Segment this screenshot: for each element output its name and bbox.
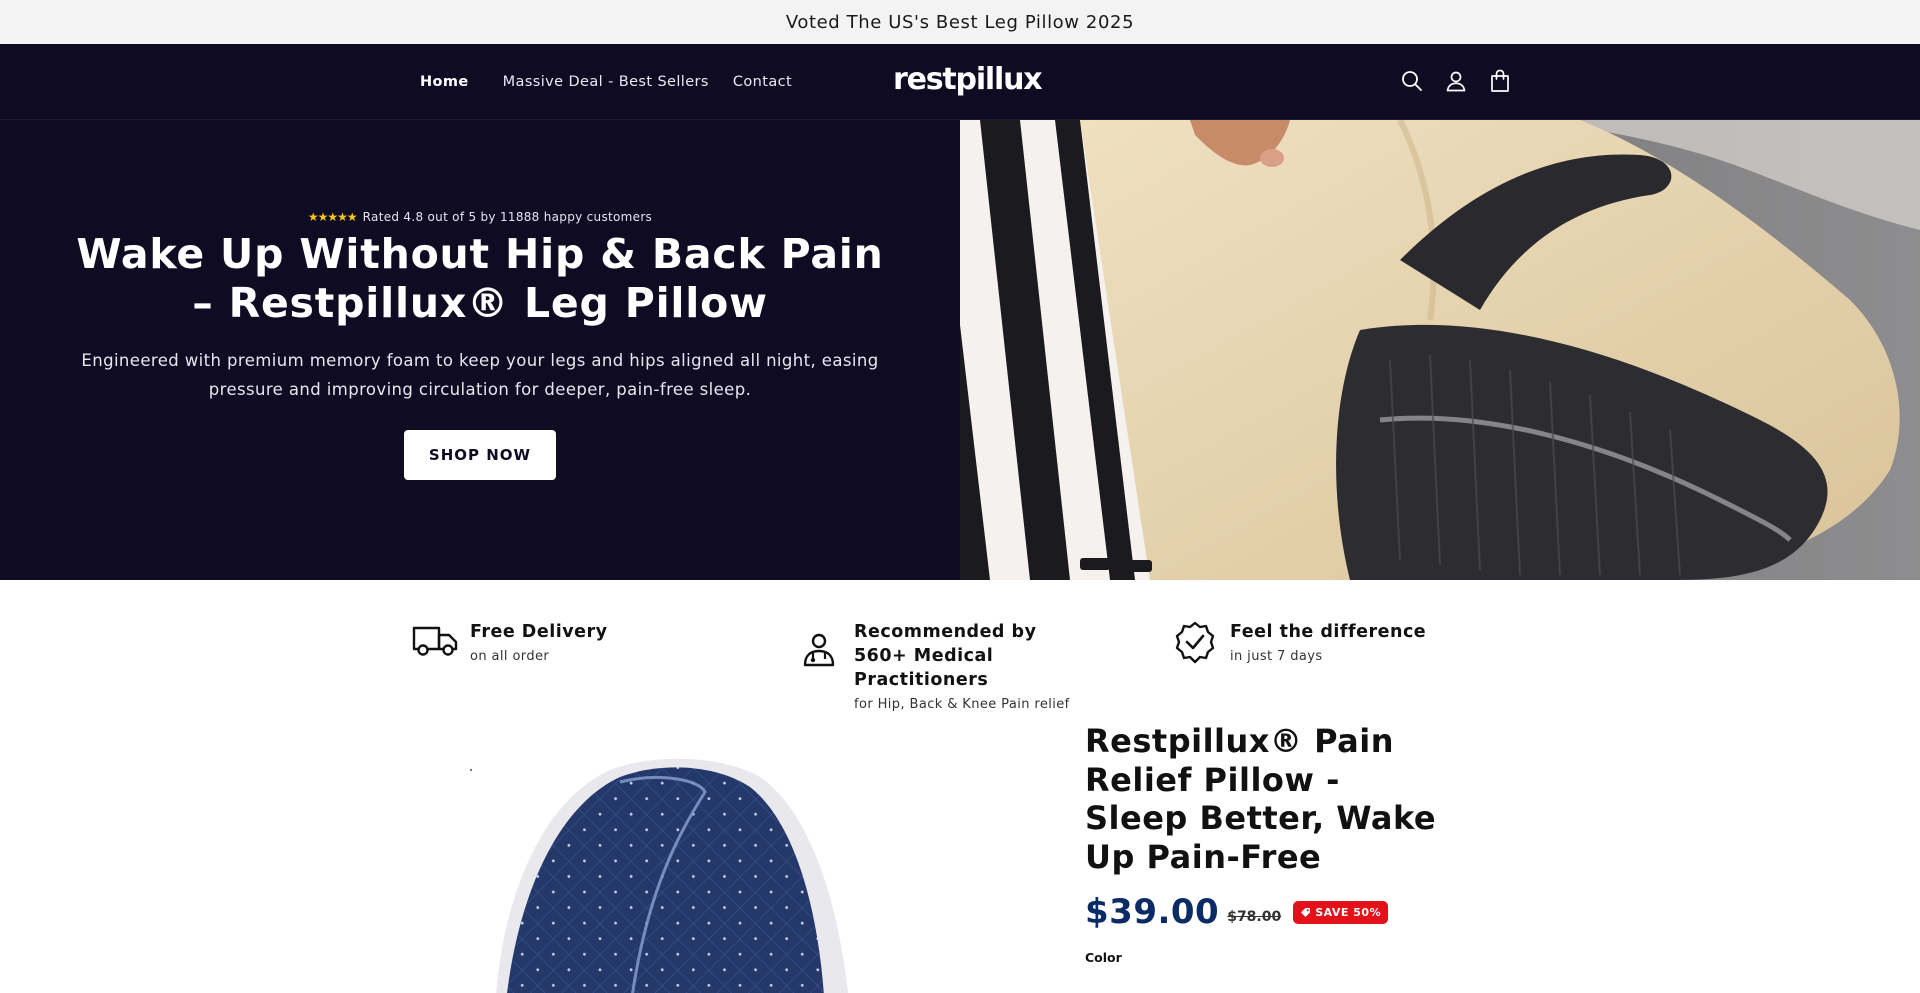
badge-check-icon xyxy=(1172,620,1218,666)
announcement-bar: Voted The US's Best Leg Pillow 2025 xyxy=(0,0,1920,44)
tag-icon xyxy=(1301,907,1311,917)
benefit-title: Feel the difference xyxy=(1230,622,1427,642)
benefit-subtitle: on all order xyxy=(470,649,550,664)
header-icons xyxy=(1400,66,1512,96)
hero-subtitle: Engineered with premium memory foam to k… xyxy=(81,351,879,399)
save-badge: SAVE 50% xyxy=(1293,900,1389,924)
cart-icon[interactable] xyxy=(1488,66,1512,96)
star-rating-icon: ★★★★★ xyxy=(307,210,358,224)
benefit-title: Free Delivery xyxy=(470,622,608,642)
truck-icon xyxy=(412,620,458,666)
site-header: Home Massive Deal - Best Sellers Contact… xyxy=(0,44,1920,120)
price-row: $39.00 $78.00 SAVE 50% xyxy=(1085,892,1389,932)
product-image[interactable] xyxy=(460,752,960,993)
benefit-title: Recommended by 560+ Medical Practitioner… xyxy=(854,622,1037,690)
hero-title: Wake Up Without Hip & Back Pain – Restpi… xyxy=(76,230,884,327)
nav-contact[interactable]: Contact xyxy=(733,74,792,90)
site-logo[interactable]: restpillux xyxy=(893,62,1043,97)
nav-home[interactable]: Home xyxy=(420,74,469,90)
benefits-bar: Free Delivery on all order Recommended b… xyxy=(0,580,1920,712)
account-icon[interactable] xyxy=(1444,66,1468,96)
doctor-icon xyxy=(796,620,842,667)
benefit-subtitle: in just 7 days xyxy=(1230,649,1323,664)
announcement-text: Voted The US's Best Leg Pillow 2025 xyxy=(785,11,1135,33)
product-section: Restpillux® Pain Relief Pillow - Sleep B… xyxy=(0,712,1920,993)
main-nav: Home Massive Deal - Best Sellers Contact xyxy=(420,44,792,120)
benefit-subtitle: for Hip, Back & Knee Pain relief xyxy=(854,697,1070,712)
hero-photo-illustration xyxy=(960,120,1920,580)
shop-now-button[interactable]: SHOP NOW xyxy=(404,430,556,480)
benefit-medical: Recommended by 560+ Medical Practitioner… xyxy=(796,620,1094,712)
color-label: Color xyxy=(1085,950,1122,965)
compare-price: $78.00 xyxy=(1227,909,1282,925)
hero-rating: ★★★★★ Rated 4.8 out of 5 by 11888 happy … xyxy=(308,210,652,224)
benefit-free-delivery: Free Delivery on all order xyxy=(412,620,608,666)
save-badge-text: SAVE 50% xyxy=(1315,905,1382,919)
rating-text: Rated 4.8 out of 5 by 11888 happy custom… xyxy=(362,210,653,224)
pillow-illustration xyxy=(470,758,849,993)
benefit-feel-difference: Feel the difference in just 7 days xyxy=(1172,620,1426,666)
product-price: $39.00 xyxy=(1085,892,1220,932)
hero-content: ★★★★★ Rated 4.8 out of 5 by 11888 happy … xyxy=(0,120,960,580)
product-title: Restpillux® Pain Relief Pillow - Sleep B… xyxy=(1085,722,1437,876)
search-icon[interactable] xyxy=(1400,66,1424,96)
hero-section: ★★★★★ Rated 4.8 out of 5 by 11888 happy … xyxy=(0,120,1920,580)
nav-best-sellers[interactable]: Massive Deal - Best Sellers xyxy=(503,74,709,90)
hero-image xyxy=(960,120,1920,580)
